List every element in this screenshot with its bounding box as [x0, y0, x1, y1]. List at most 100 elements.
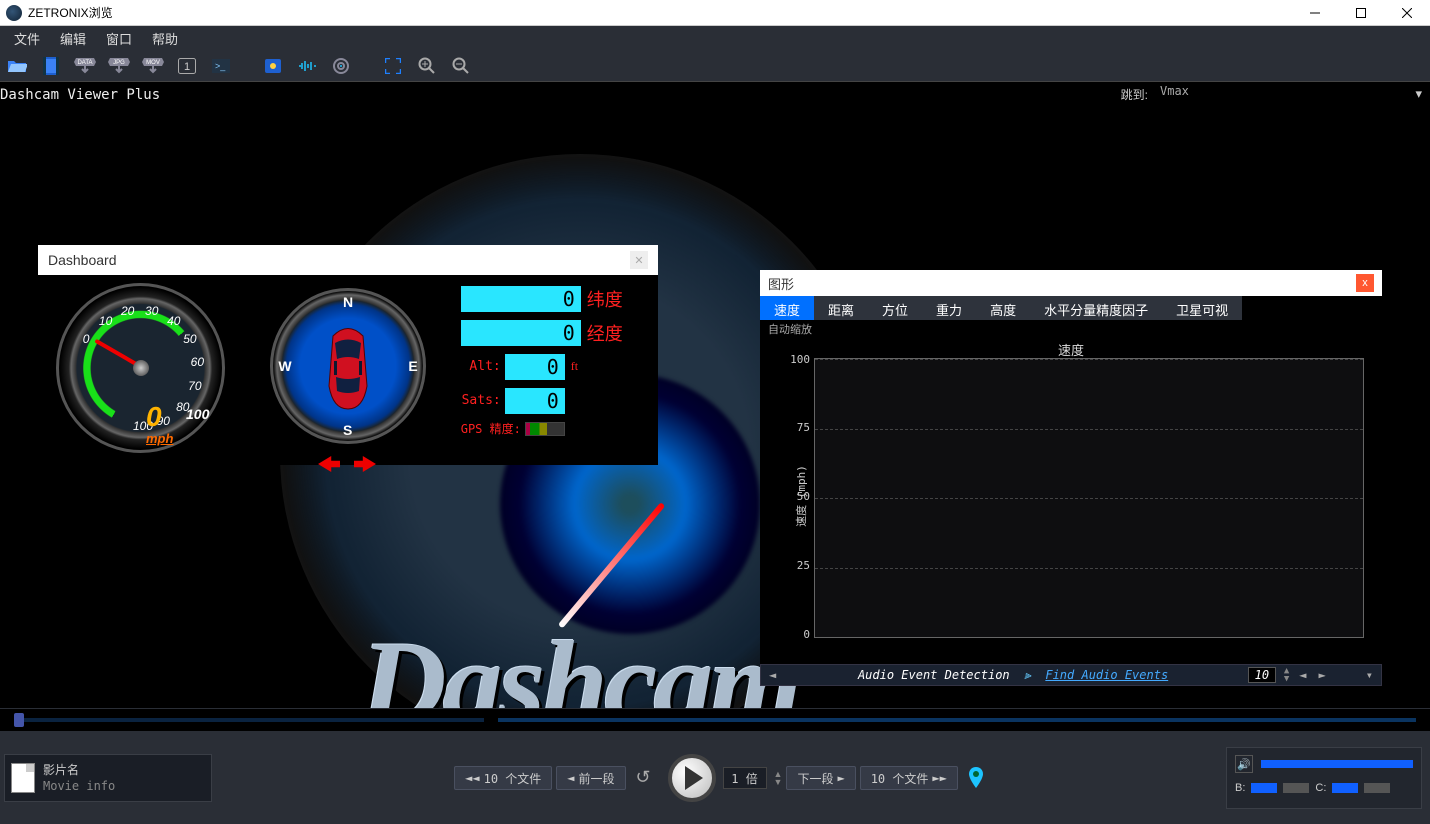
transport-controls: ◄◄ 10 个文件 ◄ 前一段 ↺ 1 倍 ▲▼ 下一段 ► 10 个文件 ►►: [212, 754, 1226, 802]
gps-accuracy-label: GPS 精度:: [461, 420, 521, 437]
single-view-icon[interactable]: 1: [174, 53, 200, 79]
footer-prev2-icon[interactable]: ◄: [1297, 668, 1308, 682]
app-icon: [6, 5, 22, 21]
audio-event-count[interactable]: 10: [1248, 667, 1276, 683]
undo-icon[interactable]: ↺: [636, 767, 658, 789]
dropdown-caret-icon: ▾: [1415, 86, 1422, 102]
graph-panel: 图形 x 速度 距离 方位 重力 高度 水平分量精度因子 卫星可视 自动缩放 速…: [760, 270, 1382, 688]
ytick-100: 100: [786, 353, 810, 366]
movie-file-icon: [11, 763, 35, 793]
menu-help[interactable]: 帮助: [142, 27, 188, 50]
prev-clip-button[interactable]: ◄ 前一段: [556, 766, 625, 790]
play-button[interactable]: [668, 754, 716, 802]
maximize-button[interactable]: [1338, 0, 1384, 26]
ytick-25: 25: [786, 559, 810, 572]
data-icon[interactable]: DATA: [72, 53, 98, 79]
gps-accuracy-bars: [525, 422, 565, 436]
ytick-0: 0: [786, 628, 810, 641]
gauge-tick-0: 0: [83, 332, 90, 346]
find-audio-events-link[interactable]: Find Audio Events: [1045, 668, 1168, 682]
turn-left-icon[interactable]: [318, 456, 340, 472]
audio-event-label: Audio Event Detection: [858, 668, 1010, 682]
back-10-files-button[interactable]: ◄◄ 10 个文件: [454, 766, 552, 790]
altitude-unit: ft: [571, 359, 578, 374]
tab-altitude[interactable]: 高度: [976, 296, 1030, 320]
chart-plot[interactable]: [814, 358, 1364, 638]
seek-thumb[interactable]: [14, 713, 24, 727]
target-icon[interactable]: [328, 53, 354, 79]
svg-text:DATA: DATA: [77, 60, 92, 66]
autoscale-toggle[interactable]: 自动缩放: [768, 324, 812, 336]
sats-label: Sats:: [461, 393, 501, 408]
graph-footer: ◄ Audio Event Detection ⫸ Find Audio Eve…: [760, 664, 1382, 686]
file-seek-bar[interactable]: [14, 718, 484, 722]
menu-file[interactable]: 文件: [4, 27, 50, 50]
stepper-icon[interactable]: ▲▼: [1284, 667, 1289, 683]
film-icon[interactable]: [38, 53, 64, 79]
timeline-scrubber: [0, 708, 1430, 732]
export-mov-icon[interactable]: MOV: [140, 53, 166, 79]
dashboard-titlebar[interactable]: Dashboard ✕: [38, 245, 658, 275]
fullscreen-icon[interactable]: [380, 53, 406, 79]
graph-titlebar[interactable]: 图形 x: [760, 270, 1382, 296]
gauge-tick-70: 70: [188, 379, 201, 393]
svg-text:MOV: MOV: [146, 60, 160, 66]
terminal-icon[interactable]: >_: [208, 53, 234, 79]
audio-wave-icon[interactable]: [294, 53, 320, 79]
gauge-tick-60: 60: [191, 355, 204, 369]
footer-next-icon[interactable]: ►: [1317, 668, 1328, 682]
rate-stepper-icon[interactable]: ▲▼: [774, 770, 783, 786]
clip-seek-bar[interactable]: [498, 718, 1416, 722]
volume-slider[interactable]: [1261, 760, 1413, 768]
menu-edit[interactable]: 编辑: [50, 27, 96, 50]
contrast-slider[interactable]: [1332, 783, 1358, 793]
compass-s: S: [343, 422, 352, 438]
window-title: ZETRONIX浏览: [28, 4, 1292, 21]
gauge-tick-10: 10: [99, 314, 112, 328]
zoom-out-icon[interactable]: [448, 53, 474, 79]
next-clip-button[interactable]: 下一段 ►: [786, 766, 855, 790]
speedometer-gauge: 0102030405060708090100 0 100 mph: [56, 283, 225, 453]
brightness-slider[interactable]: [1251, 783, 1277, 793]
zoom-in-icon[interactable]: [414, 53, 440, 79]
volume-panel: 🔊 B: C:: [1226, 747, 1422, 809]
compass-w: W: [278, 358, 291, 374]
dashboard-panel: Dashboard ✕ 0102030405060708090100 0 100…: [38, 245, 658, 465]
chart-area: 速度 速度 (mph) 100 75 50 25 0: [760, 338, 1382, 664]
graph-title-text: 图形: [768, 274, 794, 293]
close-button[interactable]: [1384, 0, 1430, 26]
audio-wave-small-icon: ⫸: [1024, 668, 1031, 682]
snapshot-icon[interactable]: [260, 53, 286, 79]
playback-rate[interactable]: 1 倍: [723, 767, 767, 789]
footer-prev-icon[interactable]: ◄: [767, 668, 778, 682]
dashboard-close-icon[interactable]: ✕: [630, 251, 648, 269]
jump-value: Vmax: [1160, 84, 1189, 98]
compass-n: N: [343, 294, 353, 310]
gps-readouts: 0 纬度 0 经度 Alt: 0 ft Sats: 0 GPS 精度:: [461, 283, 650, 457]
export-jpg-icon[interactable]: JPG: [106, 53, 132, 79]
tab-speed[interactable]: 速度: [760, 296, 814, 320]
footer-menu-icon[interactable]: ▾: [1364, 668, 1375, 682]
dashboard-title: Dashboard: [48, 252, 117, 268]
tab-bearing[interactable]: 方位: [868, 296, 922, 320]
open-folder-icon[interactable]: [4, 53, 30, 79]
tab-hdop[interactable]: 水平分量精度因子: [1030, 296, 1162, 320]
car-icon: [323, 321, 373, 411]
tab-sats[interactable]: 卫星可视: [1162, 296, 1242, 320]
play-icon: [685, 766, 703, 790]
movie-info-panel[interactable]: 影片名 Movie info: [4, 754, 212, 802]
tab-distance[interactable]: 距离: [814, 296, 868, 320]
tab-gforce[interactable]: 重力: [922, 296, 976, 320]
latitude-value: 0: [461, 286, 581, 312]
longitude-label: 经度: [587, 320, 623, 346]
turn-right-icon[interactable]: [354, 456, 376, 472]
menu-window[interactable]: 窗口: [96, 27, 142, 50]
main-content: Dashcam Dashboard ✕ 01020304050607080901…: [0, 104, 1430, 734]
volume-icon[interactable]: 🔊: [1235, 755, 1253, 773]
graph-close-icon[interactable]: x: [1356, 274, 1374, 292]
fwd-10-files-button[interactable]: 10 个文件 ►►: [860, 766, 958, 790]
minimize-button[interactable]: [1292, 0, 1338, 26]
jump-select[interactable]: Vmax: [1160, 84, 1420, 104]
location-pin-icon[interactable]: [968, 767, 984, 789]
speed-max: 100: [186, 406, 209, 422]
